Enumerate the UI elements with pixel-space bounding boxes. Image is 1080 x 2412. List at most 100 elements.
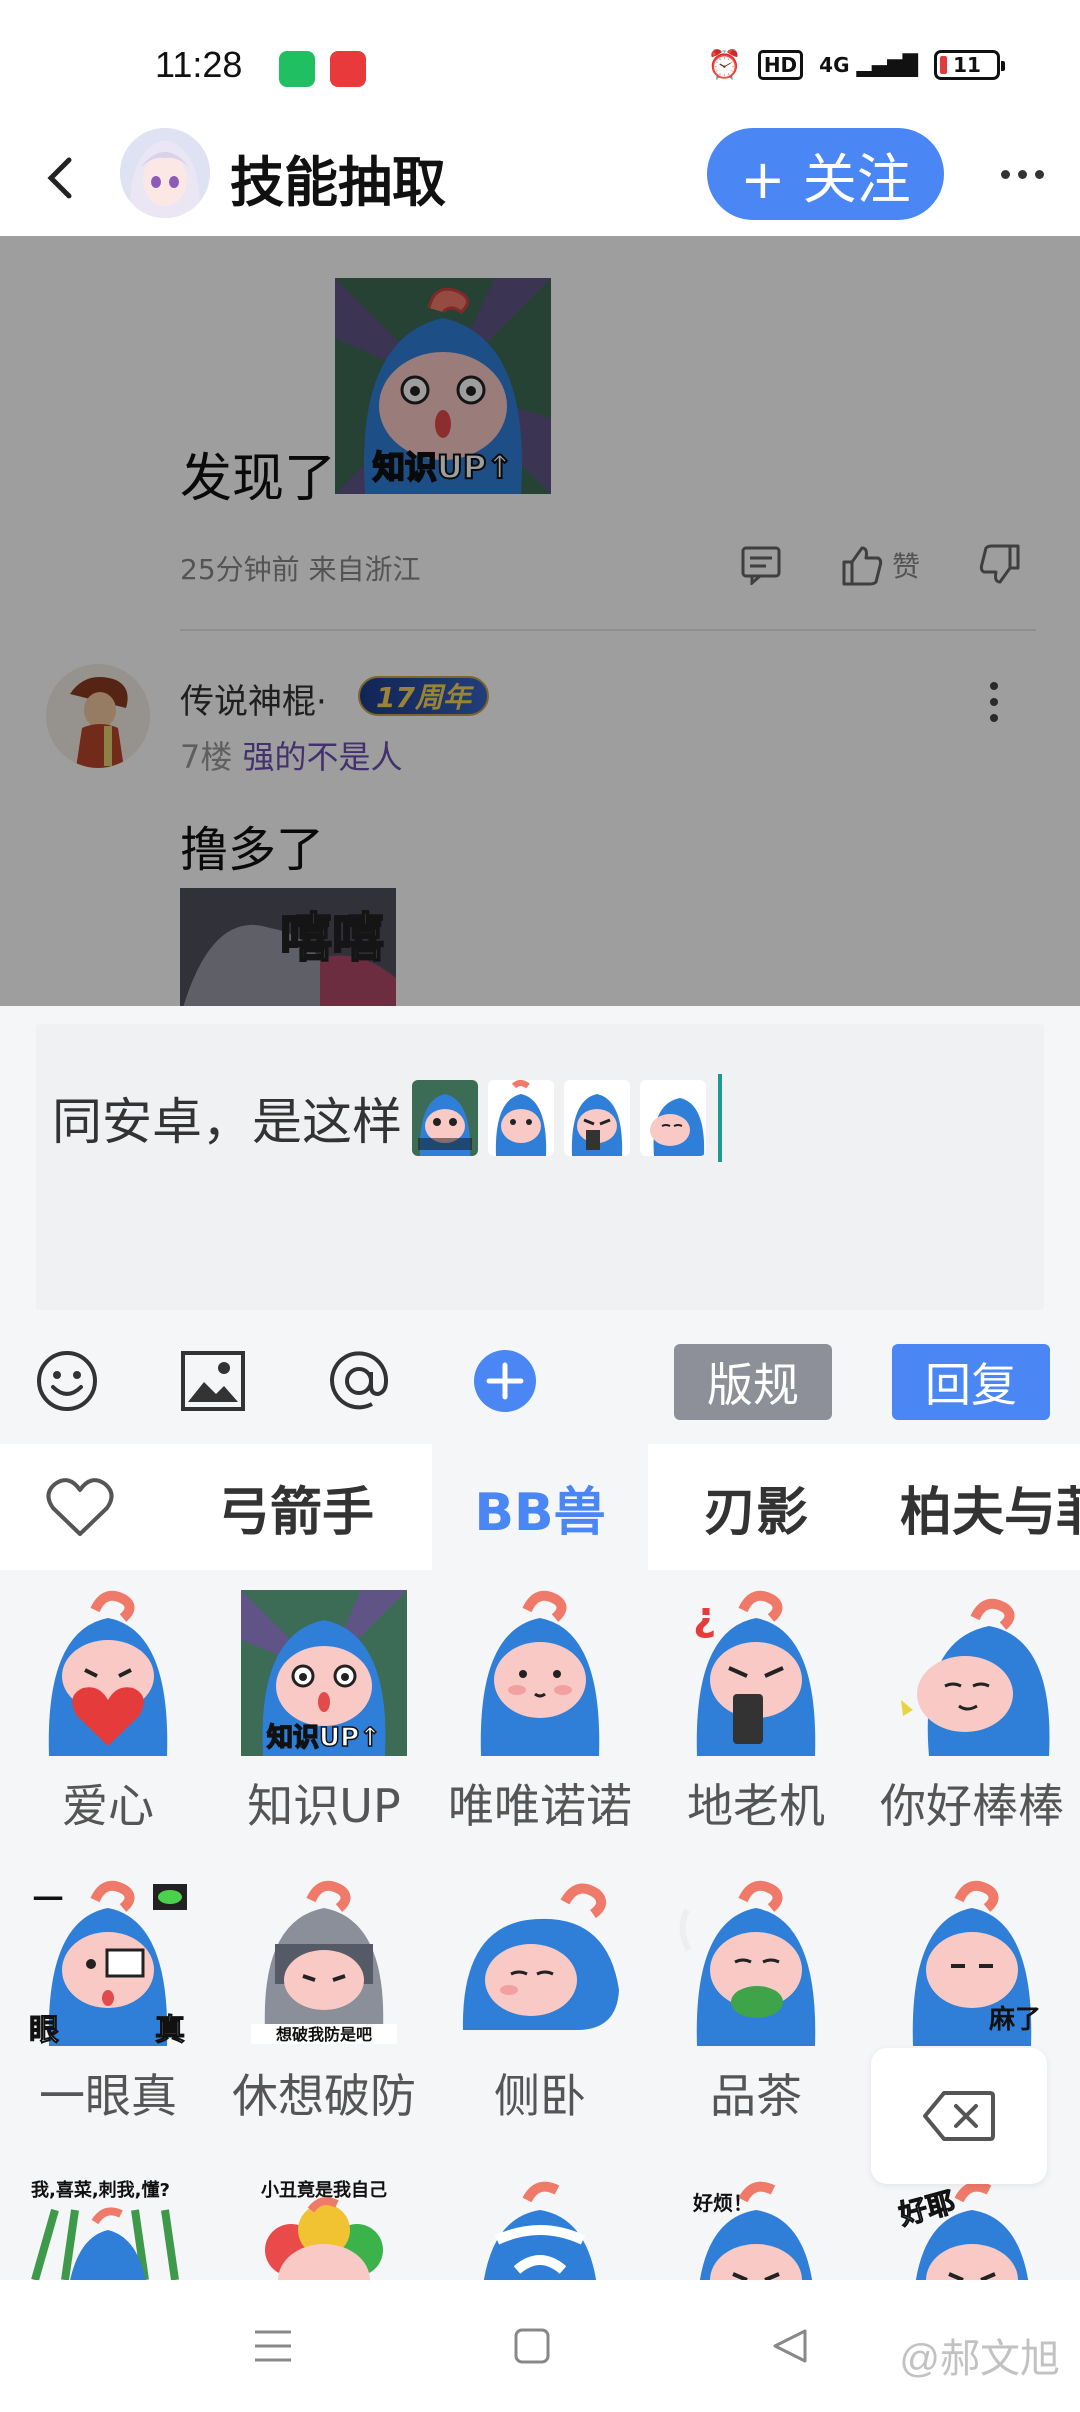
inline-sticker-haobang xyxy=(640,1080,706,1156)
tab-bofu[interactable]: 柏夫与菲 xyxy=(864,1444,1080,1570)
smiley-icon xyxy=(37,1351,97,1411)
comment-floor: 7楼 强的不是人 xyxy=(180,738,403,776)
comment-image[interactable]: 嘻嘻 xyxy=(180,888,396,1006)
sticker-weiwei-nuonuo[interactable]: 唯唯诺诺 xyxy=(432,1590,648,1836)
comment-more-button[interactable] xyxy=(990,682,998,722)
nav-home-button[interactable] xyxy=(502,2316,562,2376)
plus-icon xyxy=(474,1350,536,1412)
music-app-icon xyxy=(330,51,366,87)
status-bar: 11:28 ⏰ HD 4G ▂▄▆█ 11 xyxy=(0,0,1080,120)
rules-button[interactable]: 版规 xyxy=(674,1344,832,1420)
follow-button[interactable]: + 关注 xyxy=(707,128,944,220)
mention-button[interactable] xyxy=(322,1344,396,1418)
reply-input[interactable]: 同安卓，是这样 xyxy=(36,1024,1044,1310)
sticker-row3-5[interactable]: 好耶 xyxy=(864,2170,1080,2280)
status-icons: ⏰ HD 4G ▂▄▆█ 11 xyxy=(707,48,1005,81)
sticker-zhishi-up[interactable]: 知识UP↑ 知识UP xyxy=(216,1590,432,1836)
system-nav-bar: @郝文旭 xyxy=(0,2280,1080,2412)
comment-text: 撸多了 xyxy=(180,822,325,878)
nav-back-button[interactable] xyxy=(760,2316,820,2376)
divider xyxy=(180,629,1036,631)
sticker-label: 品茶 xyxy=(710,2069,802,2123)
battery-icon: 11 xyxy=(934,49,1005,80)
svg-text:我,喜菜,刺我,懂?: 我,喜菜,刺我,懂? xyxy=(31,2179,170,2201)
sticker-xiuxiang-pofang[interactable]: 想破我防是吧 休想破防 xyxy=(216,1880,432,2126)
chevron-left-icon xyxy=(47,157,72,199)
battery-app-icon xyxy=(279,51,315,87)
sticker-male[interactable]: 麻了 xyxy=(864,1880,1080,2060)
inline-sticker-weiwei xyxy=(488,1080,554,1156)
reply-input-text: 同安卓，是这样 xyxy=(52,1093,402,1151)
svg-text:眼: 眼 xyxy=(29,2013,59,2046)
triangle-back-icon xyxy=(773,2329,807,2363)
post-actions: 赞 xyxy=(740,544,1022,586)
comment-icon[interactable] xyxy=(740,545,782,585)
sticker-nihao-bangbang[interactable]: 你好棒棒 xyxy=(864,1590,1080,1836)
svg-text:麻了: 麻了 xyxy=(988,2005,1041,2035)
sticker-image: 知识UP↑ xyxy=(335,278,551,494)
sticker-label: 你好棒棒 xyxy=(880,1779,1064,1833)
sticker-label: 一眼真 xyxy=(39,2069,177,2123)
top-bar: 技能抽取 + 关注 xyxy=(0,120,1080,236)
backspace-icon xyxy=(923,2091,995,2141)
more-options-button[interactable] xyxy=(992,144,1052,204)
tab-blade-shadow[interactable]: 刃影 xyxy=(648,1444,864,1570)
sticker-yiyanzhen[interactable]: 一眼真 一眼真 xyxy=(0,1880,216,2126)
at-icon xyxy=(330,1351,389,1410)
sticker-row3-4[interactable]: 好烦！ xyxy=(648,2170,864,2280)
like-label: 赞 xyxy=(892,550,921,583)
sticker-label: 地老机 xyxy=(687,1779,825,1833)
svg-text:真: 真 xyxy=(155,2013,185,2046)
sticker-label: 知识UP xyxy=(247,1779,401,1833)
forum-title: 技能抽取 xyxy=(230,151,446,214)
hd-icon: HD xyxy=(757,49,804,80)
nav-menu-button[interactable] xyxy=(243,2316,303,2376)
sticker-dilaoji[interactable]: ¿ 地老机 xyxy=(648,1590,864,1836)
reply-toolbar: 版规 回复 xyxy=(0,1336,1080,1426)
watermark: @郝文旭 xyxy=(899,2337,1060,2381)
back-button[interactable] xyxy=(34,150,84,206)
svg-text:知识UP↑: 知识UP↑ xyxy=(267,1723,381,1753)
delete-button[interactable] xyxy=(871,2048,1047,2184)
post-text: 发现了 xyxy=(180,449,337,509)
sticker-pincha[interactable]: 品茶 xyxy=(648,1880,864,2126)
tab-archer[interactable]: 弓箭手 xyxy=(160,1444,432,1570)
thread-content: 知识UP↑ 发现了 25分钟前 来自浙江 赞 传说神棍· 17周年 7楼 强的不… xyxy=(0,236,1080,1006)
svg-text:知识UP↑: 知识UP↑ xyxy=(373,448,513,486)
image-button[interactable] xyxy=(176,1344,250,1418)
sticker-label: 唯唯诺诺 xyxy=(448,1779,632,1833)
image-caption: 嘻嘻 xyxy=(279,908,385,970)
inline-sticker-zhishi xyxy=(412,1080,478,1156)
sticker-row3-3[interactable] xyxy=(432,2170,648,2280)
image-icon xyxy=(181,1351,245,1411)
more-tools-button[interactable] xyxy=(468,1344,542,1418)
forum-avatar[interactable] xyxy=(120,128,210,218)
commenter-name[interactable]: 传说神棍· xyxy=(180,674,327,723)
menu-icon xyxy=(255,2330,291,2362)
commenter-avatar[interactable] xyxy=(46,664,150,768)
thumbs-up-icon xyxy=(842,546,883,586)
sticker-cewo[interactable]: 侧卧 xyxy=(432,1880,648,2126)
emoji-button[interactable] xyxy=(30,1344,104,1418)
reply-panel: 同安卓，是这样 版规 回复 xyxy=(0,1006,1080,1444)
sticker-aixin[interactable]: 爱心 xyxy=(0,1590,216,1836)
anniversary-badge: 17周年 xyxy=(358,676,489,716)
post-meta: 25分钟前 来自浙江 xyxy=(180,553,421,586)
text-caret xyxy=(718,1074,722,1162)
inline-sticker-dilaoji xyxy=(564,1080,630,1156)
thumbs-down-icon[interactable] xyxy=(978,544,1022,586)
svg-text:¿: ¿ xyxy=(693,1594,716,1640)
svg-text:一: 一 xyxy=(33,1883,63,1918)
tab-bb-beast[interactable]: BB兽 xyxy=(432,1444,648,1570)
sticker-row3-2[interactable]: 小丑竟是我自己 xyxy=(216,2170,432,2280)
heart-icon xyxy=(46,1478,114,1536)
sticker-tabs: 弓箭手 BB兽 刃影 柏夫与菲 xyxy=(0,1444,1080,1570)
sticker-label: 爱心 xyxy=(62,1779,154,1833)
sticker-label: 休想破防 xyxy=(232,2069,416,2123)
tab-favorites[interactable] xyxy=(0,1444,160,1570)
home-square-icon xyxy=(514,2328,550,2364)
sticker-row3-1[interactable]: 我,喜菜,刺我,懂? xyxy=(0,2170,216,2280)
reply-submit-button[interactable]: 回复 xyxy=(892,1344,1050,1420)
svg-text:想破我防是吧: 想破我防是吧 xyxy=(275,2025,372,2044)
like-button[interactable]: 赞 xyxy=(840,544,920,586)
